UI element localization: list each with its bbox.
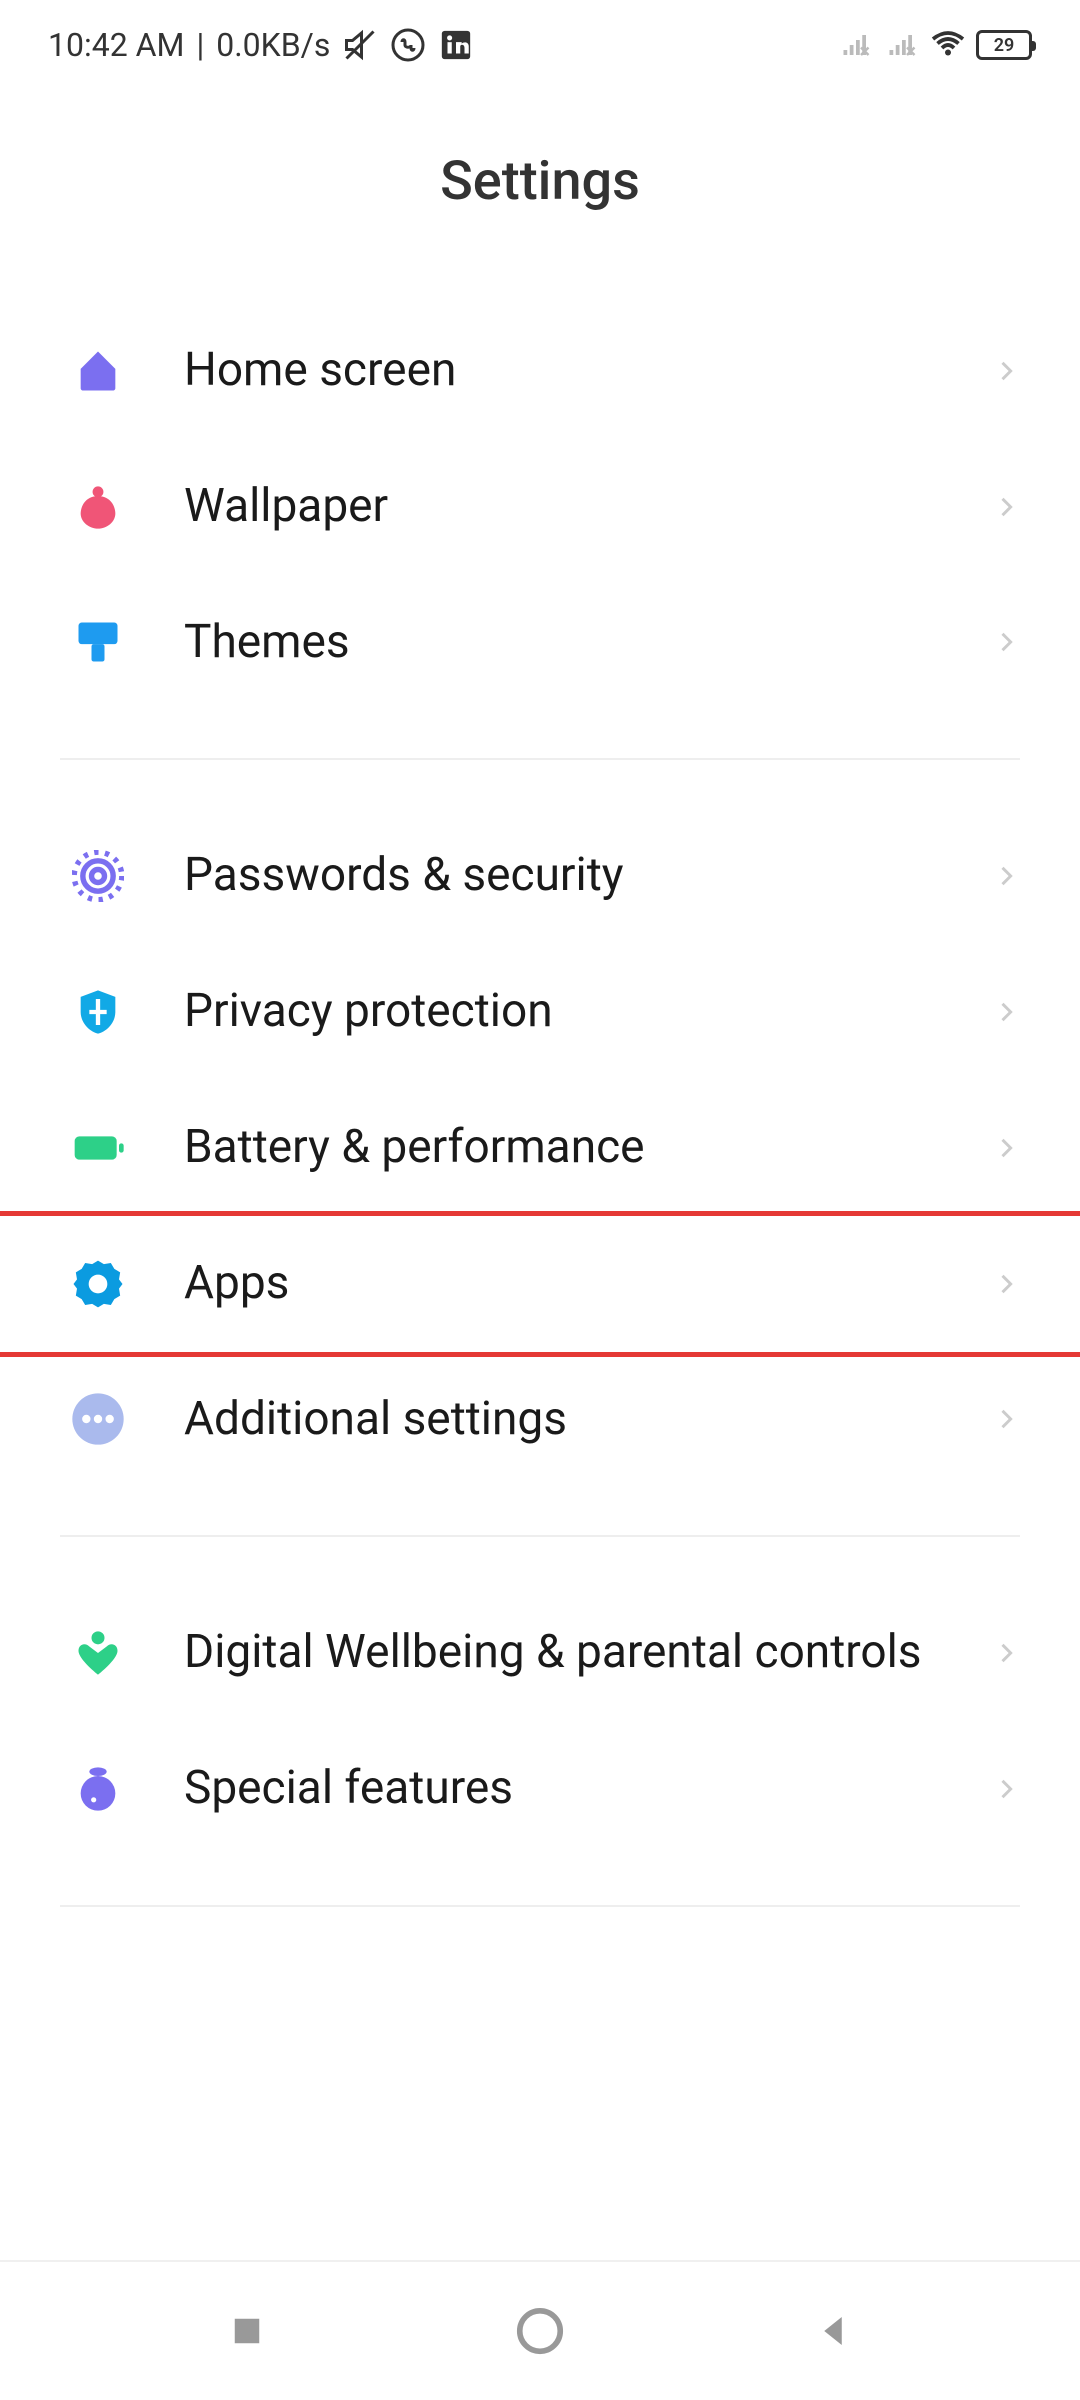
settings-item-label: Digital Wellbeing & parental controls: [126, 1623, 992, 1683]
gear-icon: [70, 1256, 126, 1312]
home-icon: [70, 343, 126, 399]
settings-item-label: Special features: [126, 1759, 992, 1819]
chevron-right-icon: [992, 628, 1020, 656]
chevron-right-icon: [992, 1775, 1020, 1803]
battery-level: 29: [994, 35, 1015, 56]
mute-icon: [342, 27, 378, 63]
status-data-rate: 0.0KB/s: [216, 26, 330, 64]
chevron-right-icon: [992, 862, 1020, 890]
battery-icon: [70, 1120, 126, 1176]
whatsapp-icon: [390, 27, 426, 63]
settings-item-privacy-protection[interactable]: Privacy protection: [0, 944, 1080, 1080]
nav-home-button[interactable]: [510, 2301, 570, 2361]
settings-item-wallpaper[interactable]: Wallpaper: [0, 439, 1080, 575]
nav-recent-button[interactable]: [217, 2301, 277, 2361]
chevron-right-icon: [992, 1270, 1020, 1298]
fingerprint-icon: [70, 848, 126, 904]
settings-item-home-screen[interactable]: Home screen: [0, 303, 1080, 439]
chevron-right-icon: [992, 1405, 1020, 1433]
status-right: 29: [838, 27, 1032, 63]
divider: [60, 758, 1020, 760]
signal-1-icon: [838, 27, 874, 63]
status-left: 10:42 AM | 0.0KB/s: [48, 26, 474, 64]
settings-item-special-features[interactable]: Special features: [0, 1721, 1080, 1857]
chevron-right-icon: [992, 998, 1020, 1026]
settings-item-battery-performance[interactable]: Battery & performance: [0, 1080, 1080, 1216]
settings-item-label: Apps: [126, 1254, 992, 1314]
more-icon: [70, 1391, 126, 1447]
settings-item-label: Battery & performance: [126, 1118, 992, 1178]
chevron-right-icon: [992, 357, 1020, 385]
settings-item-themes[interactable]: Themes: [0, 575, 1080, 711]
flower-icon: [70, 479, 126, 535]
settings-list: Home screen Wallpaper Themes: [0, 303, 1080, 1907]
settings-item-digital-wellbeing[interactable]: Digital Wellbeing & parental controls: [0, 1585, 1080, 1721]
status-bar: 10:42 AM | 0.0KB/s: [0, 0, 1080, 90]
nav-back-button[interactable]: [803, 2301, 863, 2361]
chevron-right-icon: [992, 493, 1020, 521]
status-time: 10:42 AM: [48, 26, 184, 64]
linkedin-icon: [438, 27, 474, 63]
settings-item-label: Home screen: [126, 341, 992, 401]
settings-item-label: Wallpaper: [126, 477, 992, 537]
signal-2-icon: [884, 27, 920, 63]
person-heart-icon: [70, 1625, 126, 1681]
flask-icon: [70, 1761, 126, 1817]
settings-item-label: Privacy protection: [126, 982, 992, 1042]
settings-item-label: Additional settings: [126, 1390, 992, 1450]
brush-icon: [70, 614, 126, 670]
page-title: Settings: [0, 90, 1080, 303]
wifi-icon: [930, 27, 966, 63]
chevron-right-icon: [992, 1639, 1020, 1667]
divider: [60, 1905, 1020, 1907]
battery-icon: 29: [976, 30, 1032, 60]
chevron-right-icon: [992, 1134, 1020, 1162]
status-separator: |: [196, 26, 204, 64]
settings-item-additional-settings[interactable]: Additional settings: [0, 1352, 1080, 1488]
settings-item-label: Themes: [126, 613, 992, 673]
divider: [60, 1535, 1020, 1537]
settings-item-label: Passwords & security: [126, 846, 992, 906]
settings-item-passwords-security[interactable]: Passwords & security: [0, 808, 1080, 944]
settings-item-apps[interactable]: Apps: [0, 1211, 1080, 1357]
nav-bar: [0, 2260, 1080, 2400]
shield-icon: [70, 984, 126, 1040]
